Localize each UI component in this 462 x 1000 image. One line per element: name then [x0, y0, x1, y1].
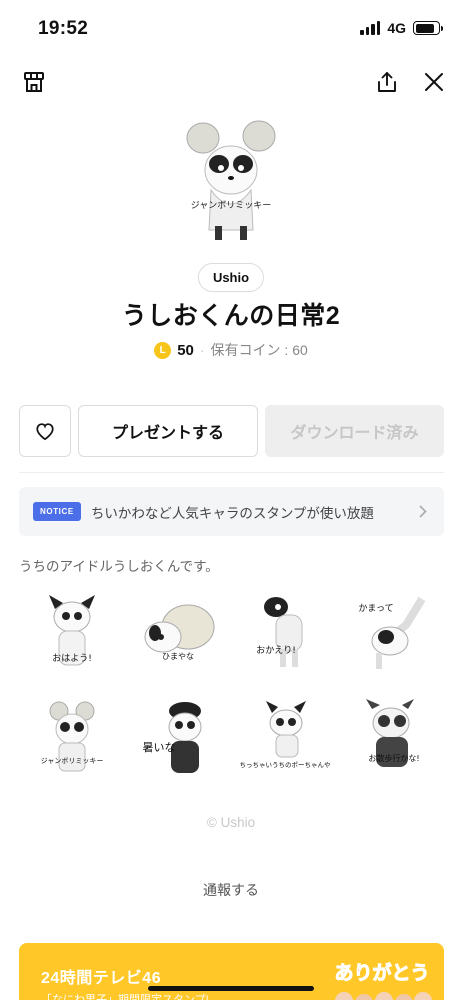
sticker-item[interactable]: ひまやな [125, 588, 231, 680]
copyright: © Ushio [206, 815, 256, 830]
sticker-item[interactable]: ジャンボリミッキー [19, 694, 125, 786]
sticker-caption: かまって [358, 603, 393, 614]
sticker-item[interactable]: ちっちゃいうちのポーちゃんや [232, 694, 338, 786]
banner-artwork: ありがとう [334, 961, 432, 1000]
heart-icon [36, 423, 54, 441]
sticker-caption: お散歩行かな! [368, 753, 419, 763]
sticker-caption: おかえり! [256, 645, 296, 656]
banner-subtitle: 「なにわ男子」期間限定スタンプ! [41, 994, 209, 1000]
notice-text: ちいかわなど人気キャラのスタンプが使い放題 [90, 505, 374, 521]
sticker-caption: おはよう! [52, 653, 92, 664]
present-button[interactable]: プレゼントする [78, 405, 258, 457]
notice-banner[interactable]: NOTICE ちいかわなど人気キャラのスタンプが使い放題 [19, 487, 444, 536]
network-label: 4G [387, 20, 406, 36]
status-bar: 19:52 4G [0, 0, 462, 56]
sticker-caption: ちっちゃいうちのポーちゃんや [240, 761, 330, 769]
product-title: うしおくんの日常2 [121, 302, 341, 330]
sticker-caption: 暑いな [143, 741, 176, 754]
battery-icon [413, 21, 443, 35]
status-time: 19:52 [38, 18, 89, 39]
price: 50 [177, 341, 194, 359]
hero-caption: ジャンボリミッキー [191, 200, 272, 211]
shop-icon[interactable] [18, 66, 50, 98]
separator-dot: · [199, 342, 205, 358]
banner-title: 24時間テレビ46 [41, 970, 162, 987]
report-link[interactable]: 通報する [0, 880, 462, 900]
price-row: L 50 · 保有コイン : 60 [0, 340, 462, 360]
owned-coins: 保有コイン : 60 [210, 342, 308, 358]
sticker-grid: おはよう! ひまやな おかえり! かまって ジャンボリミッキー 暑いな ちっちゃ… [19, 588, 444, 786]
sticker-item[interactable]: かまって [338, 588, 444, 680]
sticker-item[interactable]: おはよう! [19, 588, 125, 680]
description: うちのアイドルうしおくんです。 [19, 559, 219, 574]
status-indicators: 4G [360, 20, 443, 36]
banner-art-text: ありがとう [334, 961, 429, 984]
coin-icon: L [154, 341, 172, 359]
favorite-button[interactable] [19, 405, 71, 457]
notice-badge: NOTICE [33, 502, 81, 521]
sticker-item[interactable]: 暑いな [125, 694, 231, 786]
divider [19, 472, 444, 473]
home-indicator [148, 986, 314, 991]
download-button[interactable]: ダウンロード済み [265, 405, 444, 457]
action-row: プレゼントする ダウンロード済み [19, 405, 444, 457]
hero-sticker-image: ジャンボリミッキー [181, 118, 281, 246]
close-icon[interactable] [418, 66, 450, 98]
top-nav [0, 62, 462, 102]
author-pill[interactable]: Ushio [197, 263, 265, 292]
sticker-item[interactable]: お散歩行かな! [338, 694, 444, 786]
share-icon[interactable] [371, 66, 403, 98]
sticker-caption: ひまやな [162, 652, 194, 661]
sticker-item[interactable]: おかえり! [232, 588, 338, 680]
sticker-caption: ジャンボリミッキー [41, 757, 104, 765]
signal-icon [360, 21, 381, 35]
chevron-right-icon [416, 505, 430, 519]
promo-banner[interactable]: 24時間テレビ46 「なにわ男子」期間限定スタンプ! ありがとう [19, 943, 444, 1000]
